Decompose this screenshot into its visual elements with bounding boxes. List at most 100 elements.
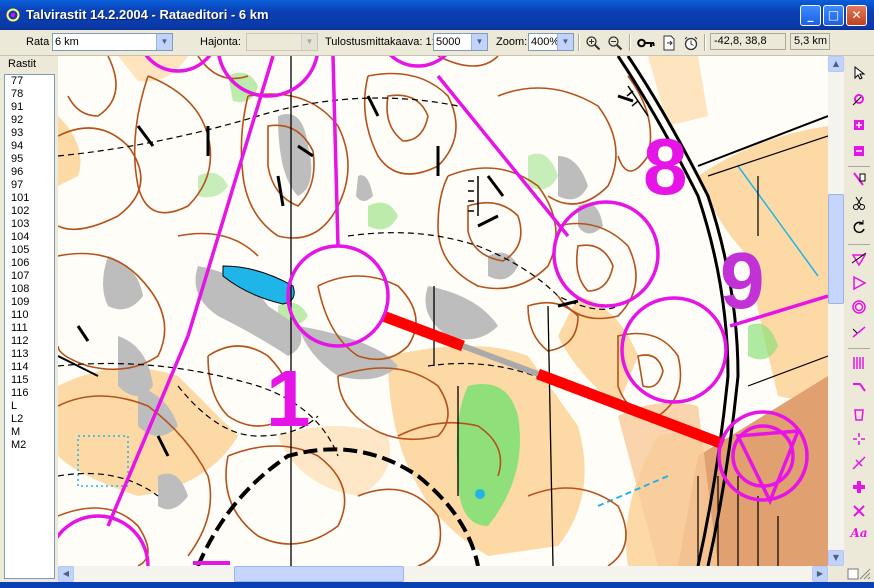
course-length-readout: 5,3 km (790, 33, 830, 50)
scale-select-value: 5000 (436, 36, 461, 48)
toolbar-separator (629, 34, 631, 51)
list-item[interactable]: 114 (5, 361, 54, 374)
list-item[interactable]: 96 (5, 166, 54, 179)
control-circle-icon[interactable] (848, 296, 870, 318)
tool-separator (848, 166, 870, 167)
scale-label: Tulostusmittakaava: 1: (325, 36, 435, 48)
forbidden-crossing-icon[interactable] (848, 352, 870, 374)
list-item[interactable]: 95 (5, 153, 54, 166)
clock-icon[interactable] (681, 33, 701, 52)
list-item[interactable]: M2 (5, 439, 54, 452)
move-number-icon[interactable] (848, 168, 870, 190)
list-item[interactable]: 113 (5, 348, 54, 361)
chevron-down-icon[interactable]: ▼ (471, 34, 487, 50)
horizontal-scrollbar[interactable]: ◀ ▶ (58, 566, 828, 582)
control-number-1: 1 (266, 354, 311, 443)
vertical-scrollbar[interactable]: ▲ ▼ (828, 56, 844, 566)
zoom-out-icon[interactable] (605, 33, 625, 52)
list-item[interactable]: 92 (5, 114, 54, 127)
crossing-point-icon[interactable] (848, 428, 870, 450)
horizontal-scroll-thumb[interactable] (234, 566, 404, 582)
chevron-down-icon[interactable]: ▼ (557, 34, 573, 50)
rata-label: Rata (26, 36, 50, 48)
list-item[interactable]: 103 (5, 218, 54, 231)
list-item[interactable]: 78 (5, 88, 54, 101)
list-item[interactable]: 77 (5, 75, 54, 88)
forbidden-icon[interactable] (848, 500, 870, 522)
toolbar-separator (578, 34, 580, 51)
delete-control-icon[interactable] (848, 140, 870, 162)
window-frame-bottom (0, 582, 874, 588)
scroll-down-icon[interactable]: ▼ (828, 550, 844, 566)
key-icon[interactable] (636, 33, 656, 52)
zoom-label: Zoom: (496, 36, 528, 48)
title-bar: Talvirastit 14.2.2004 - Rataeditori - 6 … (0, 0, 874, 30)
map-canvas[interactable]: 8 9 1 (58, 56, 828, 566)
list-item[interactable]: L2 (5, 413, 54, 426)
list-item[interactable]: 91 (5, 101, 54, 114)
start-triangle-icon[interactable] (848, 248, 870, 270)
minimize-button[interactable]: _ (800, 5, 821, 26)
list-item[interactable]: 115 (5, 374, 54, 387)
list-item[interactable]: 101 (5, 192, 54, 205)
maximize-button[interactable]: □ (823, 5, 844, 26)
hajonta-label: Hajonta: (200, 36, 241, 48)
rata-select[interactable]: 6 km ▼ (52, 33, 173, 51)
close-button[interactable]: ✕ (846, 5, 867, 26)
toolbar: Rata 6 km ▼ Hajonta: ▼ Tulostusmittakaav… (0, 30, 874, 56)
tool-palette: Aa (844, 56, 874, 582)
chevron-down-icon[interactable]: ▼ (156, 34, 172, 50)
scale-select[interactable]: 5000 ▼ (433, 33, 488, 51)
orienteering-map[interactable]: 8 9 1 (58, 56, 828, 566)
list-item[interactable]: 102 (5, 205, 54, 218)
list-item[interactable]: 93 (5, 127, 54, 140)
list-item[interactable]: 111 (5, 322, 54, 335)
hajonta-select[interactable]: ▼ (246, 33, 318, 51)
list-item[interactable]: 116 (5, 387, 54, 400)
resize-grip-icon[interactable] (844, 566, 874, 582)
scroll-right-icon[interactable]: ▶ (812, 566, 828, 582)
finish-icon[interactable] (848, 272, 870, 294)
controls-list[interactable]: 77 78 91 92 93 94 95 96 97 101 102 103 1… (4, 74, 55, 579)
list-item[interactable]: 106 (5, 257, 54, 270)
first-aid-icon[interactable] (848, 476, 870, 498)
list-item[interactable]: 110 (5, 309, 54, 322)
cut-leg-icon[interactable] (848, 192, 870, 214)
list-item[interactable]: 104 (5, 231, 54, 244)
window-title: Talvirastit 14.2.2004 - Rataeditori - 6 … (26, 7, 269, 22)
document-arrow-icon[interactable] (659, 33, 679, 52)
list-item[interactable]: 109 (5, 296, 54, 309)
crossing-section-icon[interactable] (848, 452, 870, 474)
scroll-left-icon[interactable]: ◀ (58, 566, 74, 582)
list-item[interactable]: 97 (5, 179, 54, 192)
control-number-8: 8 (643, 122, 688, 211)
list-item[interactable]: 107 (5, 270, 54, 283)
zoom-select-value: 400% (531, 36, 560, 48)
zoom-in-icon[interactable] (583, 33, 603, 52)
list-item[interactable]: M (5, 426, 54, 439)
vertical-scroll-thumb[interactable] (828, 194, 844, 304)
controls-panel: Rastit 77 78 91 92 93 94 95 96 97 101 10… (0, 56, 56, 582)
list-item[interactable]: 94 (5, 140, 54, 153)
rata-select-value: 6 km (55, 36, 79, 48)
leg-line-icon[interactable] (848, 320, 870, 342)
add-control-icon[interactable] (848, 88, 870, 110)
water-point-icon[interactable] (848, 404, 870, 426)
rotate-icon[interactable] (848, 216, 870, 238)
toolbar-separator (704, 34, 706, 51)
tool-separator (848, 348, 870, 349)
controls-panel-title: Rastit (8, 58, 37, 70)
list-item[interactable]: 105 (5, 244, 54, 257)
chevron-down-icon[interactable]: ▼ (301, 34, 317, 50)
list-item[interactable]: 112 (5, 335, 54, 348)
text-icon[interactable]: Aa (848, 526, 870, 548)
out-of-bounds-line-icon[interactable] (848, 376, 870, 398)
list-item[interactable]: L (5, 400, 54, 413)
scroll-up-icon[interactable]: ▲ (828, 56, 844, 72)
insert-control-icon[interactable] (848, 114, 870, 136)
pointer-icon[interactable] (848, 62, 870, 84)
app-icon (6, 8, 20, 22)
list-item[interactable]: 108 (5, 283, 54, 296)
coordinates-readout: -42,8, 38,8 (710, 33, 786, 50)
zoom-select[interactable]: 400% ▼ (528, 33, 574, 51)
